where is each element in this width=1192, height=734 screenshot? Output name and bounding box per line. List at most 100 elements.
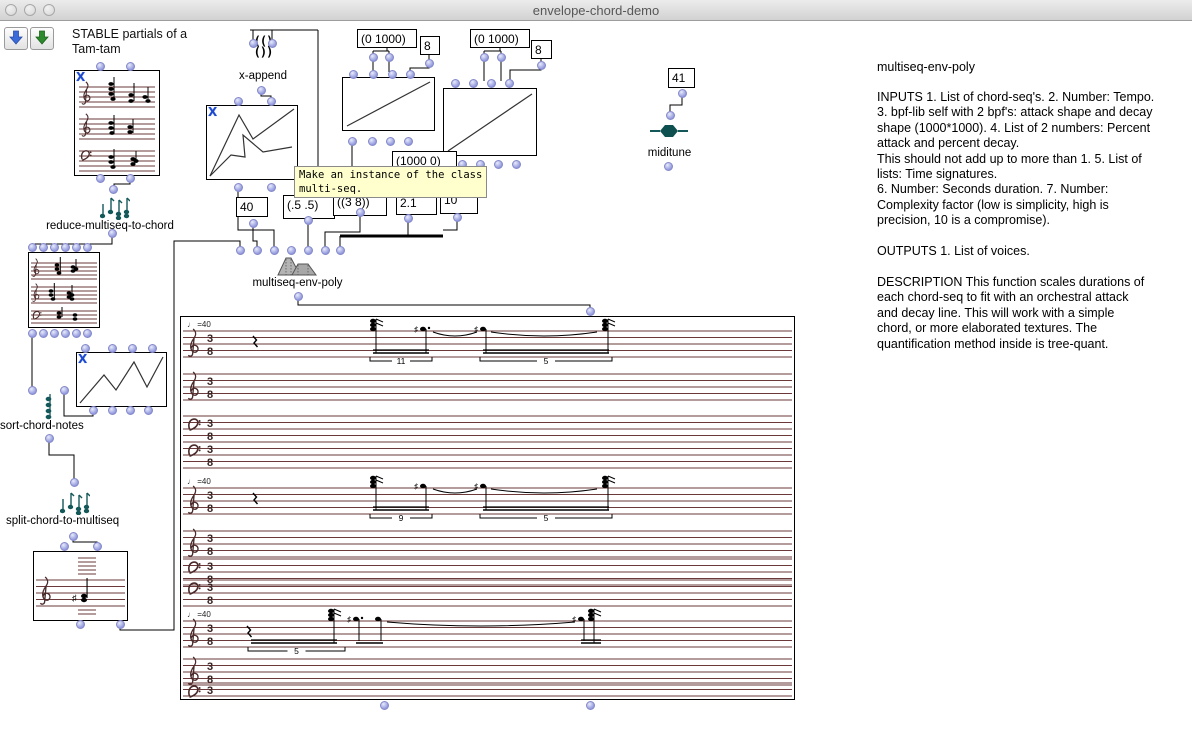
port-dot[interactable] [126,174,135,183]
port-dot[interactable] [69,532,78,541]
port-dot[interactable] [453,213,462,222]
port-dot[interactable] [349,70,358,79]
bpf-editor-attack[interactable] [342,77,435,131]
port-dot[interactable] [380,701,389,710]
port-dot[interactable] [385,53,394,62]
value-box-range-b[interactable]: (0 1000) [470,29,530,48]
port-dot[interactable] [356,208,365,217]
port-dot[interactable] [83,329,92,338]
port-dot[interactable] [294,292,303,301]
port-dot[interactable] [497,53,506,62]
port-dot[interactable] [494,160,503,169]
port-dot[interactable] [126,406,135,415]
port-dot[interactable] [60,542,69,551]
chord-box-single[interactable]: ♯ [33,551,128,621]
port-dot[interactable] [96,62,105,71]
port-dot[interactable] [45,434,54,443]
port-dot[interactable] [76,620,85,629]
port-dot[interactable] [404,137,413,146]
port-dot[interactable] [148,344,157,353]
port-dot[interactable] [586,701,595,710]
port-dot[interactable] [480,53,489,62]
value-box-range-a[interactable]: (0 1000) [357,29,417,48]
port-dot[interactable] [321,246,330,255]
port-dot[interactable] [236,246,245,255]
port-dot[interactable] [61,243,70,252]
port-dot[interactable] [144,406,153,415]
port-dot[interactable] [128,344,137,353]
port-dot[interactable] [126,62,135,71]
port-dot[interactable] [249,219,258,228]
port-dot[interactable] [96,174,105,183]
port-dot[interactable] [664,162,673,171]
multiseq-env-poly-function[interactable] [276,255,318,277]
port-dot[interactable] [348,137,357,146]
port-dot[interactable] [257,86,266,95]
port-dot[interactable] [287,246,296,255]
chord-box[interactable] [28,252,100,328]
port-dot[interactable] [108,229,117,238]
port-dot[interactable] [70,478,79,487]
port-dot[interactable] [425,59,434,68]
miditune-function[interactable] [650,122,688,140]
close-icon[interactable]: X [208,107,217,117]
split-chord-to-multiseq-function[interactable] [60,489,90,515]
port-dot[interactable] [72,329,81,338]
port-dot[interactable] [60,386,69,395]
port-dot[interactable] [268,39,277,48]
bpf-editor-decay[interactable] [443,88,537,156]
port-dot[interactable] [108,406,117,415]
port-dot[interactable] [388,70,397,79]
close-icon[interactable]: X [76,72,85,82]
port-dot[interactable] [678,89,687,98]
port-dot[interactable] [404,214,413,223]
port-dot[interactable] [72,243,81,252]
port-dot[interactable] [368,137,377,146]
port-dot[interactable] [469,79,478,88]
port-dot[interactable] [39,329,48,338]
port-dot[interactable] [249,39,258,48]
port-dot[interactable] [116,620,125,629]
port-dot[interactable] [537,61,546,70]
port-dot[interactable] [108,344,117,353]
multiseq-score-editor[interactable]: ♩ =4038383838♯11♯5♩ =4038383838♯9♯5♩ =40… [180,316,795,700]
port-dot[interactable] [369,70,378,79]
close-icon[interactable]: X [78,354,87,364]
port-dot[interactable] [406,70,415,79]
port-dot[interactable] [234,183,243,192]
port-dot[interactable] [267,97,276,106]
port-dot[interactable] [234,97,243,106]
port-dot[interactable] [304,216,313,225]
bpf-lib-box[interactable] [206,105,298,180]
sort-chord-notes-function[interactable] [42,392,58,420]
port-dot[interactable] [89,406,98,415]
port-dot[interactable] [451,79,460,88]
port-dot[interactable] [50,329,59,338]
port-dot[interactable] [586,307,595,316]
bpf-box-zigzag[interactable] [76,352,167,407]
port-dot[interactable] [267,183,276,192]
x-append-function[interactable]: (() ()) [243,36,283,58]
port-dot[interactable] [386,137,395,146]
multiseq-box-stable-partials[interactable] [74,70,160,176]
port-dot[interactable] [253,246,262,255]
value-box-size-a[interactable]: 8 [420,36,440,55]
reduce-multiseq-to-chord-function[interactable] [100,194,130,220]
port-dot[interactable] [336,246,345,255]
port-dot[interactable] [270,246,279,255]
port-dot[interactable] [109,185,118,194]
port-dot[interactable] [505,79,514,88]
port-dot[interactable] [39,243,48,252]
port-dot[interactable] [512,160,521,169]
port-dot[interactable] [487,79,496,88]
value-box-size-b[interactable]: 8 [531,40,552,59]
port-dot[interactable] [28,243,37,252]
port-dot[interactable] [83,243,92,252]
port-dot[interactable] [61,329,70,338]
port-dot[interactable] [93,542,102,551]
value-box-approx[interactable]: 41 [668,68,695,88]
port-dot[interactable] [50,243,59,252]
port-dot[interactable] [304,246,313,255]
port-dot[interactable] [28,329,37,338]
port-dot[interactable] [369,53,378,62]
